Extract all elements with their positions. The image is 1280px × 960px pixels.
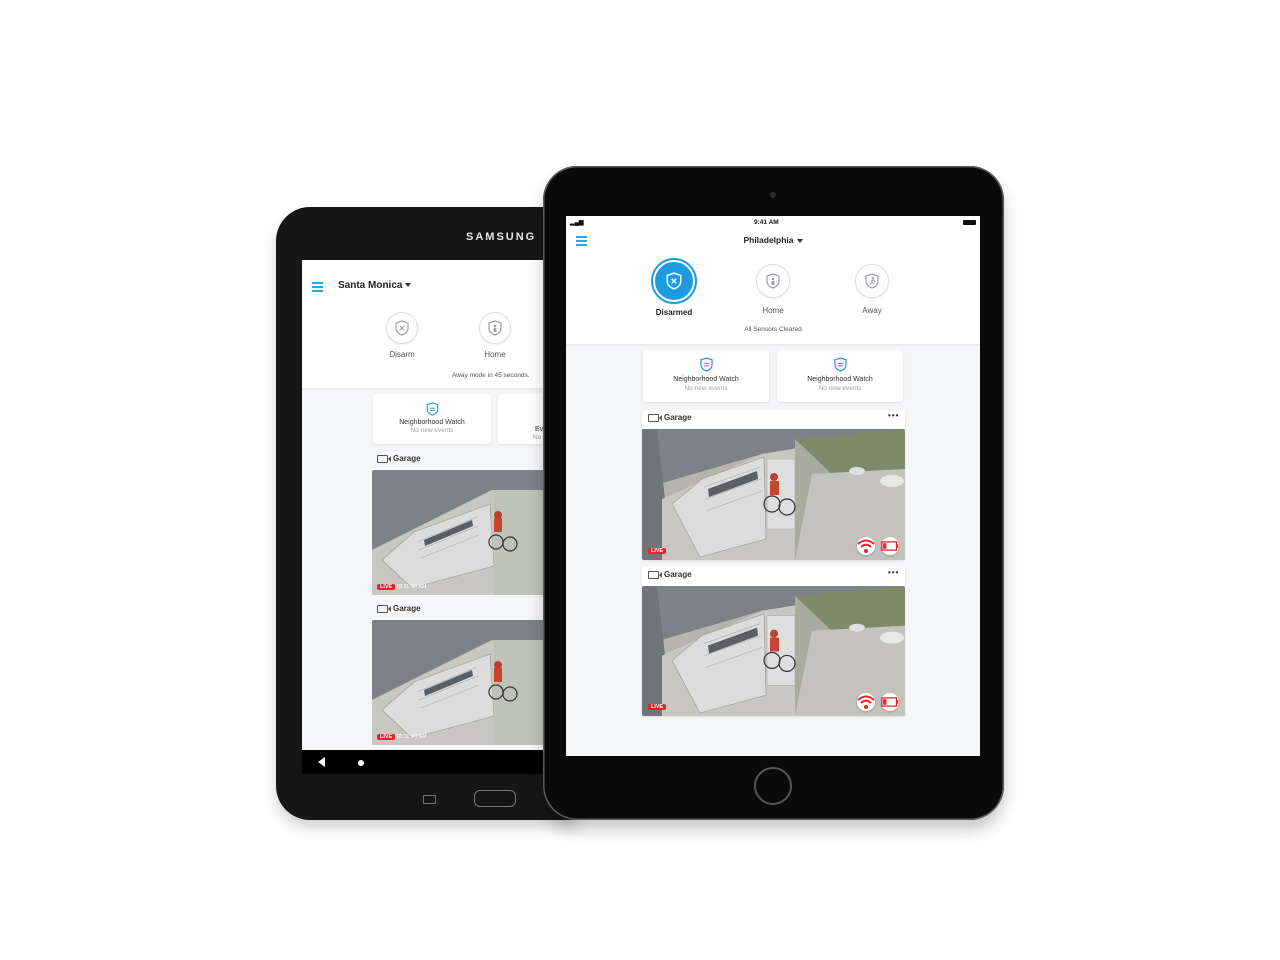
card-subtitle: No new events	[410, 427, 454, 434]
camera-timestamp: 18:11:00 AM	[396, 734, 427, 740]
samsung-home-button[interactable]	[474, 790, 516, 807]
arming-status: Away mode in 45 seconds.	[452, 372, 530, 379]
neighborhood-watch-icon	[426, 402, 438, 416]
camera-feed[interactable]: LIVE 18:11:00 AM	[372, 470, 547, 595]
events-card[interactable]: Ev No	[498, 394, 547, 444]
mode-label: Home	[762, 306, 784, 315]
android-screen: Santa Monica Disarm Home Away mode in 45…	[302, 260, 547, 750]
camera-feed[interactable]: LIVE 18:11:00 AM	[372, 620, 547, 745]
camera-header[interactable]: Garage	[648, 570, 692, 579]
mode-away[interactable]: Away	[847, 264, 897, 315]
card-title: Neighborhood Watch	[399, 419, 465, 426]
camera-feed[interactable]: LIVE	[642, 586, 905, 716]
camera-icon	[377, 604, 391, 613]
recents-hardware-icon[interactable]	[423, 795, 436, 804]
camera-header[interactable]: Garage	[377, 454, 421, 463]
more-options-icon[interactable]: •••	[888, 411, 899, 420]
back-icon[interactable]	[318, 757, 325, 767]
status-time: 9:41 AM	[754, 219, 779, 226]
android-header: Santa Monica Disarm Home Away mode in 45…	[302, 260, 547, 388]
chevron-down-icon	[796, 238, 803, 243]
location-name: Philadelphia	[743, 235, 794, 245]
mode-disarm[interactable]: Disarm	[382, 312, 422, 359]
card-title: Neighborhood Watch	[673, 376, 739, 383]
home-shield-icon	[756, 264, 790, 298]
battery-low-icon[interactable]	[881, 537, 899, 555]
neighborhood-watch-card[interactable]: Neighborhood Watch No new events	[643, 350, 769, 402]
camera-header[interactable]: Garage	[377, 604, 421, 613]
neighborhood-watch-card[interactable]: Neighborhood Watch No new events	[373, 394, 491, 444]
more-options-icon[interactable]: •••	[888, 568, 899, 577]
signal-icon: ▂▄▆	[570, 220, 584, 226]
location-name: Santa Monica	[338, 280, 403, 291]
live-badge: LIVE	[377, 584, 396, 590]
menu-icon[interactable]	[312, 282, 323, 294]
neighborhood-watch-icon	[833, 357, 847, 372]
wifi-signal-icon[interactable]	[857, 537, 875, 555]
live-badge: LIVE	[648, 548, 667, 554]
location-selector[interactable]: Philadelphia	[566, 235, 980, 245]
camera-header[interactable]: Garage	[648, 413, 692, 422]
front-camera-icon	[770, 192, 776, 198]
card-title: Neighborhood Watch	[807, 376, 873, 383]
camera-feed[interactable]: LIVE	[642, 429, 905, 560]
home-nav-icon[interactable]	[358, 760, 364, 766]
mode-label: Home	[484, 350, 506, 359]
samsung-brand-logo: SAMSUNG	[466, 231, 537, 243]
disarmed-shield-icon	[653, 260, 695, 302]
mode-disarmed[interactable]: Disarmed	[649, 260, 699, 317]
neighborhood-watch-icon	[699, 357, 713, 372]
disarm-shield-icon	[386, 312, 418, 344]
card-subtitle: No new events	[684, 385, 728, 392]
live-badge: LIVE	[377, 734, 396, 740]
camera-icon	[377, 454, 391, 463]
mode-label: Disarm	[389, 350, 415, 359]
wifi-signal-icon[interactable]	[857, 693, 875, 711]
android-nav-bar	[302, 750, 547, 774]
sensor-status: All Sensors Cleared	[744, 326, 802, 333]
card-subtitle: No new events	[818, 385, 862, 392]
garage-feed-image	[372, 470, 547, 595]
ipad-home-button[interactable]	[754, 767, 792, 805]
battery-low-icon[interactable]	[881, 693, 899, 711]
location-selector[interactable]: Santa Monica	[338, 280, 412, 291]
garage-feed-image	[372, 620, 547, 745]
mode-home[interactable]: Home	[748, 264, 798, 315]
mode-home[interactable]: Home	[475, 312, 515, 359]
ios-status-bar: ▂▄▆ 9:41 AM	[566, 216, 980, 228]
live-badge: LIVE	[648, 704, 667, 710]
battery-icon	[963, 220, 976, 225]
camera-timestamp: 18:11:00 AM	[396, 584, 427, 590]
camera-name: Garage	[664, 570, 692, 579]
camera-icon	[648, 570, 662, 579]
mode-label: Away	[862, 306, 882, 315]
ipad-screen: ▂▄▆ 9:41 AM Philadelphia Disarmed Home A…	[566, 216, 980, 756]
neighborhood-watch-card[interactable]: Neighborhood Watch No new events	[777, 350, 903, 402]
ipad-header: ▂▄▆ 9:41 AM Philadelphia Disarmed Home A…	[566, 216, 980, 344]
camera-icon	[648, 413, 662, 422]
camera-name: Garage	[393, 454, 421, 463]
away-shield-icon	[855, 264, 889, 298]
home-shield-icon	[479, 312, 511, 344]
camera-name: Garage	[664, 413, 692, 422]
mode-label: Disarmed	[655, 308, 693, 317]
camera-name: Garage	[393, 604, 421, 613]
chevron-down-icon	[405, 283, 412, 288]
